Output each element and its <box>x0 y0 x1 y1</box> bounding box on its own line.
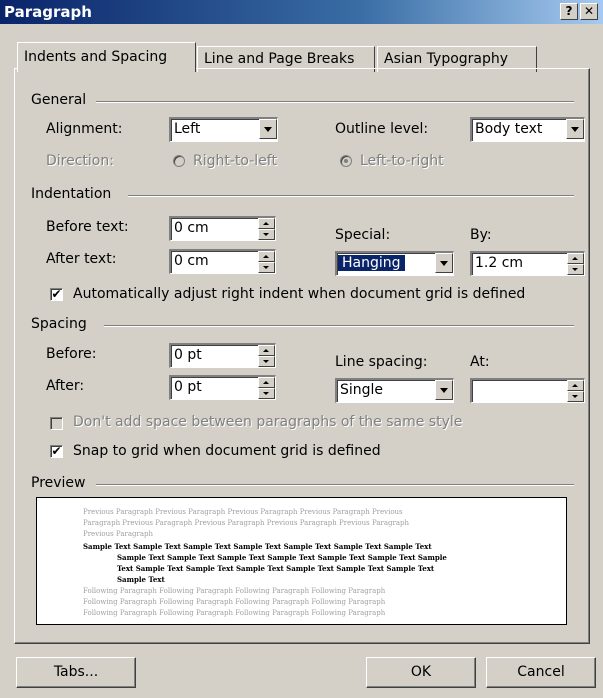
at-input[interactable] <box>470 378 585 403</box>
line-spacing-value: Single <box>340 382 384 398</box>
preview-previous-line: Paragraph Previous Paragraph Previous Pa… <box>83 519 410 527</box>
chevron-down-icon[interactable] <box>566 119 584 139</box>
spin-down-icon[interactable] <box>258 388 275 399</box>
divider <box>96 101 574 103</box>
spin-up-icon[interactable] <box>258 218 275 229</box>
spin-buttons[interactable] <box>567 380 584 402</box>
indentation-heading: Indentation <box>31 186 112 202</box>
ok-button[interactable]: OK <box>366 657 476 688</box>
preview-following-line: Following Paragraph Following Paragraph … <box>83 587 386 595</box>
preview-sample-line: Sample Text <box>117 575 165 584</box>
alignment-select[interactable]: Left <box>169 117 278 142</box>
spacing-before-label: Before: <box>46 346 97 362</box>
tab-label: Indents and Spacing <box>24 49 168 65</box>
outline-level-select[interactable]: Body text <box>470 117 585 142</box>
auto-adjust-checkbox[interactable]: ✔ <box>50 288 63 301</box>
preview-previous-line: Previous Paragraph Previous Paragraph Pr… <box>83 508 403 516</box>
spacing-before-input[interactable]: 0 pt <box>169 343 276 368</box>
spin-down-icon[interactable] <box>567 264 584 275</box>
outline-level-label: Outline level: <box>335 121 429 137</box>
before-text-label: Before text: <box>46 219 129 235</box>
ltr-radio[interactable] <box>340 155 352 167</box>
after-text-label: After text: <box>46 251 117 267</box>
close-button[interactable]: ✕ <box>580 3 598 20</box>
after-text-value: 0 cm <box>174 253 209 269</box>
spacing-after-label: After: <box>46 378 85 394</box>
tab-label: Line and Page Breaks <box>204 51 355 67</box>
paragraph-dialog: Paragraph ? ✕ Indents and Spacing Line a… <box>0 0 603 698</box>
spacing-after-value: 0 pt <box>174 379 202 395</box>
outline-level-value: Body text <box>475 121 543 137</box>
general-heading: General <box>31 92 87 108</box>
spin-buttons[interactable] <box>567 253 584 275</box>
spin-buttons[interactable] <box>258 377 275 399</box>
divider <box>128 195 574 197</box>
chevron-down-icon[interactable] <box>435 253 453 273</box>
special-value: Hanging <box>338 255 405 271</box>
cancel-button[interactable]: Cancel <box>486 657 596 688</box>
spin-buttons[interactable] <box>258 218 275 240</box>
dont-add-space-label: Don't add space between paragraphs of th… <box>73 414 463 430</box>
spin-buttons[interactable] <box>258 251 275 273</box>
preview-sample-line: Text Sample Text Sample Text Sample Text… <box>117 564 435 573</box>
preview-following-line: Following Paragraph Following Paragraph … <box>83 609 386 617</box>
line-spacing-label: Line spacing: <box>335 354 428 370</box>
rtl-radio[interactable] <box>173 155 185 167</box>
divider <box>96 484 574 486</box>
help-button[interactable]: ? <box>560 3 578 20</box>
line-spacing-select[interactable]: Single <box>335 378 454 403</box>
spin-down-icon[interactable] <box>258 356 275 367</box>
alignment-value: Left <box>174 121 201 137</box>
snap-to-grid-checkbox[interactable]: ✔ <box>50 445 63 458</box>
direction-label: Direction: <box>46 153 114 169</box>
tab-label: Asian Typography <box>384 51 509 67</box>
by-label: By: <box>470 227 492 243</box>
preview-heading: Preview <box>31 475 86 491</box>
spin-up-icon[interactable] <box>258 345 275 356</box>
spin-down-icon[interactable] <box>567 391 584 402</box>
dialog-title: Paragraph <box>4 3 92 21</box>
snap-to-grid-label: Snap to grid when document grid is defin… <box>73 443 381 459</box>
preview-box: Previous Paragraph Previous Paragraph Pr… <box>36 497 567 625</box>
divider <box>104 325 574 327</box>
spin-up-icon[interactable] <box>567 380 584 391</box>
spacing-after-input[interactable]: 0 pt <box>169 375 276 400</box>
spin-buttons[interactable] <box>258 345 275 367</box>
rtl-label: Right-to-left <box>193 153 277 169</box>
spin-up-icon[interactable] <box>258 377 275 388</box>
title-bar[interactable]: Paragraph ? ✕ <box>0 0 603 24</box>
tab-indents-and-spacing[interactable]: Indents and Spacing <box>17 42 196 72</box>
tabs-button[interactable]: Tabs... <box>16 657 136 688</box>
checkmark-icon: ✔ <box>51 287 62 301</box>
spin-down-icon[interactable] <box>258 229 275 240</box>
alignment-label: Alignment: <box>46 121 123 137</box>
preview-sample-line: Sample Text Sample Text Sample Text Samp… <box>117 553 447 562</box>
ltr-label: Left-to-right <box>360 153 444 169</box>
before-text-value: 0 cm <box>174 220 209 236</box>
by-input[interactable]: 1.2 cm <box>470 251 585 276</box>
spacing-before-value: 0 pt <box>174 347 202 363</box>
before-text-input[interactable]: 0 cm <box>169 216 276 241</box>
spin-up-icon[interactable] <box>258 251 275 262</box>
chevron-down-icon[interactable] <box>259 119 277 139</box>
auto-adjust-label: Automatically adjust right indent when d… <box>73 286 526 302</box>
chevron-down-icon[interactable] <box>435 380 453 400</box>
by-value: 1.2 cm <box>475 255 524 271</box>
spin-up-icon[interactable] <box>567 253 584 264</box>
preview-sample-line: Sample Text Sample Text Sample Text Samp… <box>83 542 432 551</box>
special-label: Special: <box>335 227 391 243</box>
at-label: At: <box>470 354 490 370</box>
dont-add-space-checkbox[interactable] <box>50 417 63 430</box>
checkmark-icon: ✔ <box>51 444 62 458</box>
spacing-heading: Spacing <box>31 316 87 332</box>
spin-down-icon[interactable] <box>258 262 275 273</box>
after-text-input[interactable]: 0 cm <box>169 249 276 274</box>
special-select[interactable]: Hanging <box>335 251 454 276</box>
preview-previous-line: Previous Paragraph <box>83 530 154 538</box>
preview-following-line: Following Paragraph Following Paragraph … <box>83 598 386 606</box>
